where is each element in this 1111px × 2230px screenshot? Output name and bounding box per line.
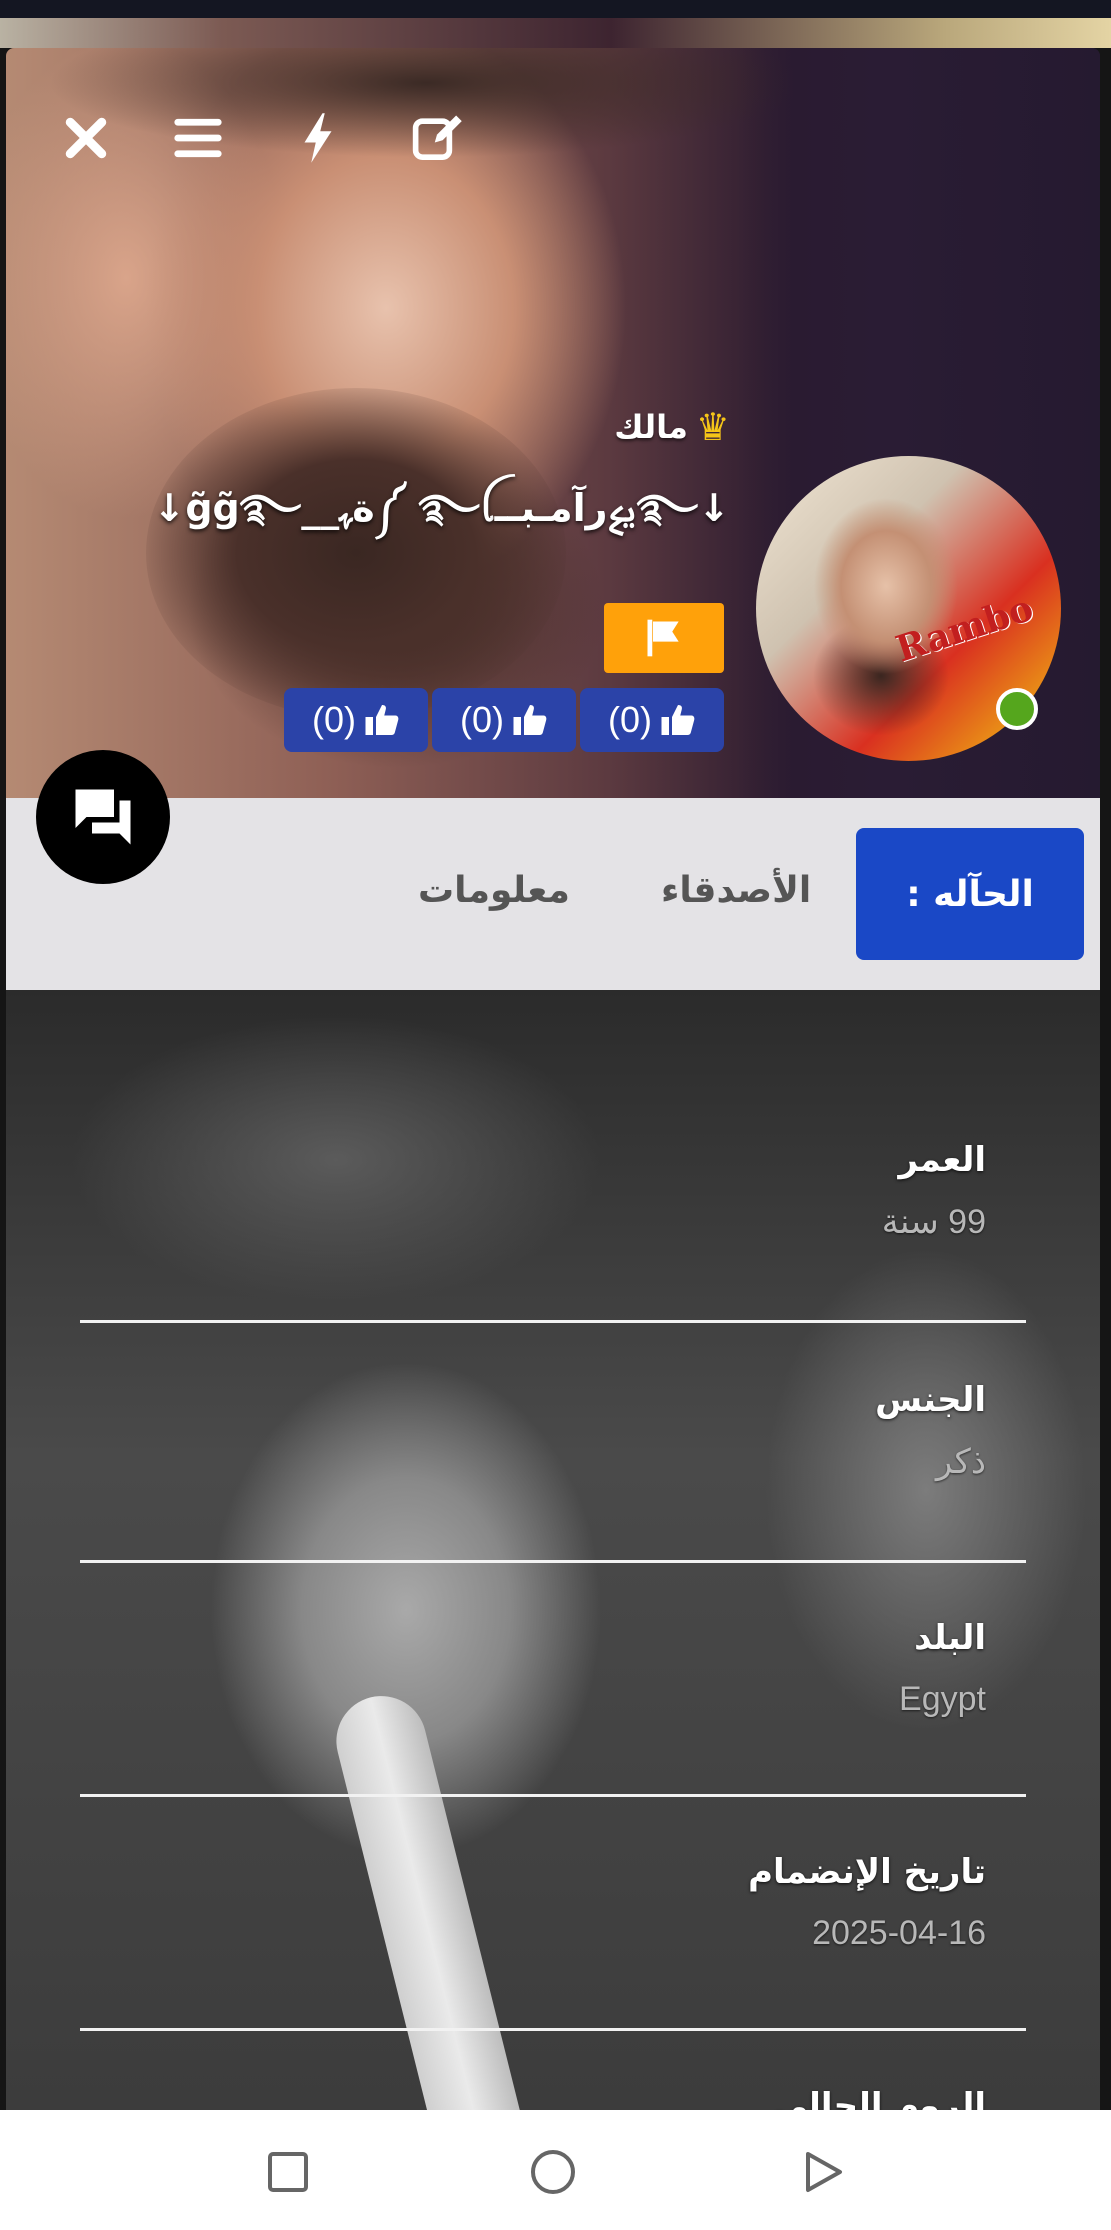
lightning-icon <box>304 113 332 163</box>
like-count: (0) <box>608 699 652 740</box>
system-nav-bar <box>0 2110 1111 2230</box>
age-field: العمر 99 سنة <box>86 1140 986 1242</box>
tab-status[interactable]: الحآله : <box>856 828 1084 960</box>
cover-photo: ♛ مالك ↓࿐ࡅ࡙ࡘرآمـبــ࿐ꪶ ༽ةﮩ__g̃g̃࿐↓ (0) (0… <box>6 48 1100 798</box>
gender-label: الجنس <box>875 1380 986 1420</box>
country-value: Egypt <box>899 1680 986 1718</box>
circle-icon <box>531 2150 575 2194</box>
tab-friends[interactable]: الأصدقاء <box>661 870 811 911</box>
like-button[interactable]: (0) <box>580 688 724 752</box>
user-role: ♛ مالك <box>614 408 730 446</box>
chat-icon <box>75 789 131 845</box>
flag-icon <box>647 619 679 657</box>
square-icon <box>268 2152 308 2192</box>
home-button[interactable] <box>527 2146 579 2198</box>
menu-icon <box>174 118 222 158</box>
like-button[interactable]: (0) <box>432 688 576 752</box>
online-status-dot <box>996 688 1038 730</box>
back-button[interactable] <box>796 2146 848 2198</box>
profile-card: ♛ مالك ↓࿐ࡅ࡙ࡘرآمـبــ࿐ꪶ ༽ةﮩ__g̃g̃࿐↓ (0) (0… <box>6 48 1100 2158</box>
joined-label: تاريخ الإنضمام <box>748 1852 986 1892</box>
like-count: (0) <box>460 699 504 740</box>
menu-button[interactable] <box>162 102 234 174</box>
recents-button[interactable] <box>262 2146 314 2198</box>
divider <box>80 1320 1026 1323</box>
gender-value: ذكر <box>935 1443 986 1481</box>
chat-button[interactable] <box>36 750 170 884</box>
role-label: مالك <box>614 408 688 446</box>
joined-value: 2025-04-16 <box>812 1914 986 1952</box>
status-bar <box>0 0 1111 18</box>
edit-icon <box>412 115 462 160</box>
close-button[interactable] <box>50 102 122 174</box>
background-strip <box>0 18 1111 48</box>
like-button[interactable]: (0) <box>284 688 428 752</box>
lightning-button[interactable] <box>282 102 354 174</box>
divider <box>80 1560 1026 1563</box>
like-count: (0) <box>312 699 356 740</box>
tab-info[interactable]: معلومات <box>418 870 570 911</box>
country-field: البلد Egypt <box>86 1618 986 1719</box>
thumbs-up-icon <box>513 705 547 735</box>
divider <box>80 1794 1026 1797</box>
likes-row: (0) (0) (0) <box>284 688 724 752</box>
thumbs-up-icon <box>661 705 695 735</box>
triangle-icon <box>806 2152 842 2192</box>
age-value: 99 سنة <box>881 1203 986 1241</box>
crown-icon: ♛ <box>695 405 730 449</box>
report-button[interactable] <box>604 603 724 673</box>
thumbs-up-icon <box>365 705 399 735</box>
username: ↓࿐ࡅ࡙ࡘرآمـبــ࿐ꪶ ༽ةﮩ__g̃g̃࿐↓ <box>153 486 731 530</box>
profile-tabs: الحآله : الأصدقاء معلومات <box>6 798 1100 990</box>
gender-field: الجنس ذكر <box>86 1380 986 1482</box>
joined-field: تاريخ الإنضمام 2025-04-16 <box>86 1852 986 1953</box>
info-panel: العمر 99 سنة الجنس ذكر البلد Egypt تاريخ… <box>6 990 1100 2158</box>
age-label: العمر <box>898 1140 986 1180</box>
close-icon <box>65 117 107 159</box>
edit-profile-button[interactable] <box>401 102 473 174</box>
divider <box>80 2028 1026 2031</box>
country-label: البلد <box>914 1618 986 1658</box>
